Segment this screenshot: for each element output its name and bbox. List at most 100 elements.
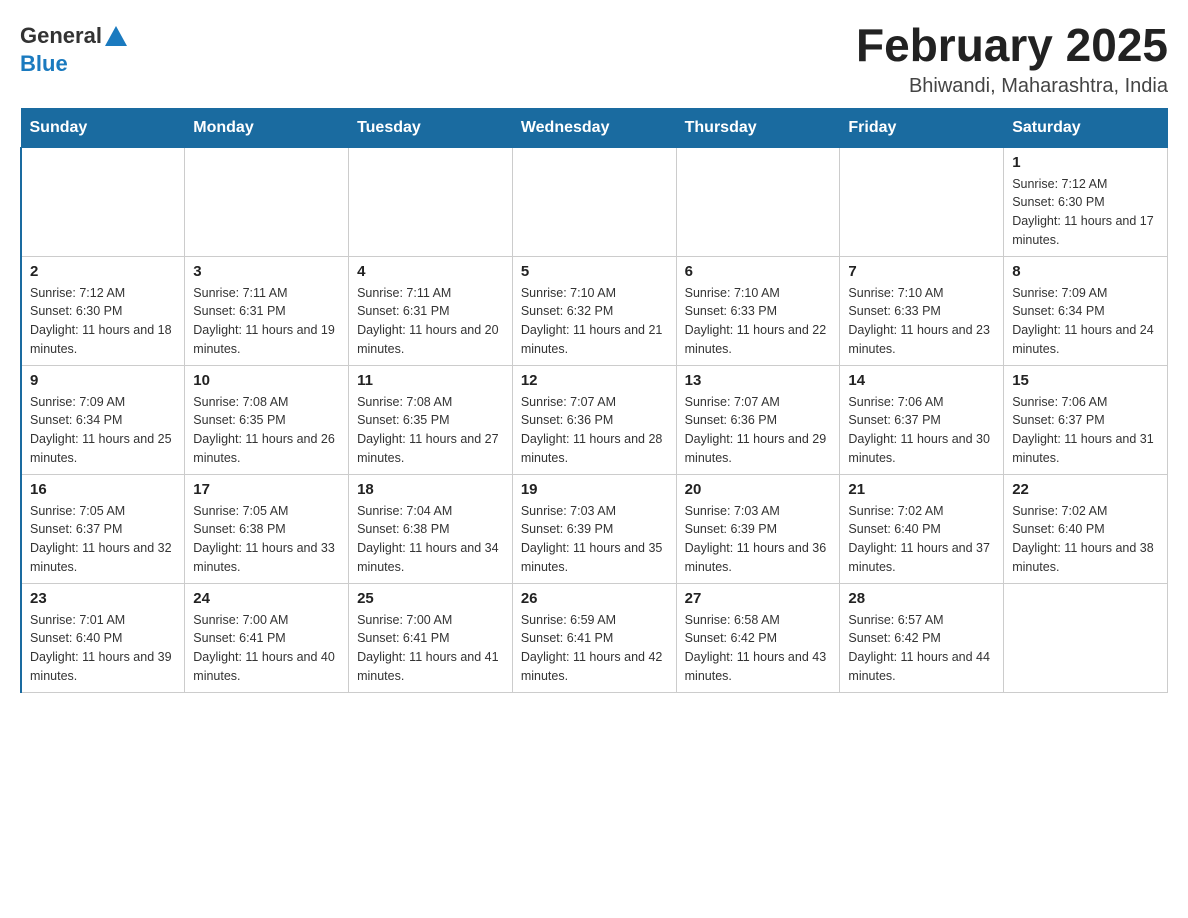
day-info: Sunrise: 7:11 AMSunset: 6:31 PMDaylight:… bbox=[357, 284, 504, 359]
weekday-header-tuesday: Tuesday bbox=[349, 108, 513, 147]
day-info: Sunrise: 6:57 AMSunset: 6:42 PMDaylight:… bbox=[848, 611, 995, 686]
calendar-title: February 2025 bbox=[856, 20, 1168, 71]
page-header: General Blue February 2025 Bhiwandi, Mah… bbox=[20, 20, 1168, 98]
day-info: Sunrise: 7:09 AMSunset: 6:34 PMDaylight:… bbox=[1012, 284, 1159, 359]
day-number: 22 bbox=[1012, 481, 1159, 498]
calendar-cell: 23 Sunrise: 7:01 AMSunset: 6:40 PMDayligh… bbox=[21, 583, 185, 692]
calendar-cell: 25 Sunrise: 7:00 AMSunset: 6:41 PMDayligh… bbox=[349, 583, 513, 692]
day-number: 17 bbox=[193, 481, 340, 498]
day-number: 2 bbox=[30, 263, 176, 280]
calendar-cell: 15 Sunrise: 7:06 AMSunset: 6:37 PMDayligh… bbox=[1004, 365, 1168, 474]
day-info: Sunrise: 7:08 AMSunset: 6:35 PMDaylight:… bbox=[357, 393, 504, 468]
day-info: Sunrise: 7:05 AMSunset: 6:38 PMDaylight:… bbox=[193, 502, 340, 577]
logo-combined: General Blue bbox=[20, 20, 127, 77]
day-number: 13 bbox=[685, 372, 832, 389]
day-number: 18 bbox=[357, 481, 504, 498]
day-info: Sunrise: 7:02 AMSunset: 6:40 PMDaylight:… bbox=[848, 502, 995, 577]
calendar-subtitle: Bhiwandi, Maharashtra, India bbox=[856, 75, 1168, 98]
day-info: Sunrise: 7:03 AMSunset: 6:39 PMDaylight:… bbox=[521, 502, 668, 577]
calendar-cell: 20Sunrise: 7:03 AMSunset: 6:39 PMDayligh… bbox=[676, 474, 840, 583]
day-number: 15 bbox=[1012, 372, 1159, 389]
calendar-cell: 18 Sunrise: 7:04 AMSunset: 6:38 PMDayligh… bbox=[349, 474, 513, 583]
calendar-cell: 1Sunrise: 7:12 AMSunset: 6:30 PMDaylight… bbox=[1004, 147, 1168, 256]
calendar-cell bbox=[676, 147, 840, 256]
logo-general-text: General bbox=[20, 23, 102, 49]
day-info: Sunrise: 7:10 AMSunset: 6:32 PMDaylight:… bbox=[521, 284, 668, 359]
weekday-header-thursday: Thursday bbox=[676, 108, 840, 147]
calendar-cell: 27Sunrise: 6:58 AMSunset: 6:42 PMDayligh… bbox=[676, 583, 840, 692]
day-number: 7 bbox=[848, 263, 995, 280]
day-info: Sunrise: 7:12 AMSunset: 6:30 PMDaylight:… bbox=[30, 284, 176, 359]
day-number: 11 bbox=[357, 372, 504, 389]
calendar-cell: 12 Sunrise: 7:07 AMSunset: 6:36 PMDayligh… bbox=[512, 365, 676, 474]
logo: General Blue bbox=[20, 20, 127, 77]
calendar-cell: 17 Sunrise: 7:05 AMSunset: 6:38 PMDayligh… bbox=[185, 474, 349, 583]
calendar-cell bbox=[185, 147, 349, 256]
logo-blue-text: Blue bbox=[20, 51, 68, 76]
day-info: Sunrise: 7:12 AMSunset: 6:30 PMDaylight:… bbox=[1012, 175, 1159, 250]
calendar-cell: 3 Sunrise: 7:11 AMSunset: 6:31 PMDaylight… bbox=[185, 256, 349, 365]
calendar-cell bbox=[512, 147, 676, 256]
day-info: Sunrise: 7:00 AMSunset: 6:41 PMDaylight:… bbox=[357, 611, 504, 686]
day-number: 3 bbox=[193, 263, 340, 280]
day-number: 27 bbox=[685, 590, 832, 607]
day-info: Sunrise: 7:07 AMSunset: 6:36 PMDaylight:… bbox=[685, 393, 832, 468]
day-number: 9 bbox=[30, 372, 176, 389]
calendar-cell: 2 Sunrise: 7:12 AMSunset: 6:30 PMDaylight… bbox=[21, 256, 185, 365]
calendar-cell: 8 Sunrise: 7:09 AMSunset: 6:34 PMDaylight… bbox=[1004, 256, 1168, 365]
day-info: Sunrise: 7:07 AMSunset: 6:36 PMDaylight:… bbox=[521, 393, 668, 468]
title-block: February 2025 Bhiwandi, Maharashtra, Ind… bbox=[856, 20, 1168, 98]
week-row-2: 2 Sunrise: 7:12 AMSunset: 6:30 PMDaylight… bbox=[21, 256, 1168, 365]
day-info: Sunrise: 7:02 AMSunset: 6:40 PMDaylight:… bbox=[1012, 502, 1159, 577]
day-info: Sunrise: 7:05 AMSunset: 6:37 PMDaylight:… bbox=[30, 502, 176, 577]
day-number: 16 bbox=[30, 481, 176, 498]
day-number: 5 bbox=[521, 263, 668, 280]
calendar-cell: 26 Sunrise: 6:59 AMSunset: 6:41 PMDayligh… bbox=[512, 583, 676, 692]
day-number: 23 bbox=[30, 590, 176, 607]
day-number: 10 bbox=[193, 372, 340, 389]
calendar-cell bbox=[1004, 583, 1168, 692]
calendar-cell bbox=[21, 147, 185, 256]
weekday-header-saturday: Saturday bbox=[1004, 108, 1168, 147]
calendar-cell: 16 Sunrise: 7:05 AMSunset: 6:37 PMDayligh… bbox=[21, 474, 185, 583]
day-number: 8 bbox=[1012, 263, 1159, 280]
day-number: 26 bbox=[521, 590, 668, 607]
day-info: Sunrise: 6:59 AMSunset: 6:41 PMDaylight:… bbox=[521, 611, 668, 686]
day-info: Sunrise: 7:09 AMSunset: 6:34 PMDaylight:… bbox=[30, 393, 176, 468]
logo-triangle-icon bbox=[105, 26, 127, 46]
day-number: 25 bbox=[357, 590, 504, 607]
day-info: Sunrise: 7:11 AMSunset: 6:31 PMDaylight:… bbox=[193, 284, 340, 359]
calendar-cell bbox=[349, 147, 513, 256]
calendar-cell: 28 Sunrise: 6:57 AMSunset: 6:42 PMDayligh… bbox=[840, 583, 1004, 692]
calendar-cell: 22 Sunrise: 7:02 AMSunset: 6:40 PMDayligh… bbox=[1004, 474, 1168, 583]
calendar-cell: 5 Sunrise: 7:10 AMSunset: 6:32 PMDaylight… bbox=[512, 256, 676, 365]
day-info: Sunrise: 7:06 AMSunset: 6:37 PMDaylight:… bbox=[848, 393, 995, 468]
calendar-cell: 24Sunrise: 7:00 AMSunset: 6:41 PMDayligh… bbox=[185, 583, 349, 692]
calendar-cell bbox=[840, 147, 1004, 256]
day-number: 28 bbox=[848, 590, 995, 607]
calendar-cell: 11 Sunrise: 7:08 AMSunset: 6:35 PMDayligh… bbox=[349, 365, 513, 474]
calendar-cell: 9 Sunrise: 7:09 AMSunset: 6:34 PMDaylight… bbox=[21, 365, 185, 474]
calendar-cell: 6Sunrise: 7:10 AMSunset: 6:33 PMDaylight… bbox=[676, 256, 840, 365]
day-number: 4 bbox=[357, 263, 504, 280]
day-info: Sunrise: 7:06 AMSunset: 6:37 PMDaylight:… bbox=[1012, 393, 1159, 468]
calendar-cell: 19Sunrise: 7:03 AMSunset: 6:39 PMDayligh… bbox=[512, 474, 676, 583]
day-number: 12 bbox=[521, 372, 668, 389]
week-row-4: 16 Sunrise: 7:05 AMSunset: 6:37 PMDayligh… bbox=[21, 474, 1168, 583]
day-info: Sunrise: 7:03 AMSunset: 6:39 PMDaylight:… bbox=[685, 502, 832, 577]
calendar-cell: 10 Sunrise: 7:08 AMSunset: 6:35 PMDayligh… bbox=[185, 365, 349, 474]
weekday-header-friday: Friday bbox=[840, 108, 1004, 147]
day-info: Sunrise: 7:08 AMSunset: 6:35 PMDaylight:… bbox=[193, 393, 340, 468]
day-info: Sunrise: 7:01 AMSunset: 6:40 PMDaylight:… bbox=[30, 611, 176, 686]
day-info: Sunrise: 7:10 AMSunset: 6:33 PMDaylight:… bbox=[685, 284, 832, 359]
weekday-header-sunday: Sunday bbox=[21, 108, 185, 147]
weekday-header-wednesday: Wednesday bbox=[512, 108, 676, 147]
weekday-header-row: SundayMondayTuesdayWednesdayThursdayFrid… bbox=[21, 108, 1168, 147]
week-row-5: 23 Sunrise: 7:01 AMSunset: 6:40 PMDayligh… bbox=[21, 583, 1168, 692]
day-number: 21 bbox=[848, 481, 995, 498]
week-row-3: 9 Sunrise: 7:09 AMSunset: 6:34 PMDaylight… bbox=[21, 365, 1168, 474]
calendar-cell: 21 Sunrise: 7:02 AMSunset: 6:40 PMDayligh… bbox=[840, 474, 1004, 583]
day-info: Sunrise: 7:04 AMSunset: 6:38 PMDaylight:… bbox=[357, 502, 504, 577]
calendar-cell: 4 Sunrise: 7:11 AMSunset: 6:31 PMDaylight… bbox=[349, 256, 513, 365]
day-info: Sunrise: 7:10 AMSunset: 6:33 PMDaylight:… bbox=[848, 284, 995, 359]
